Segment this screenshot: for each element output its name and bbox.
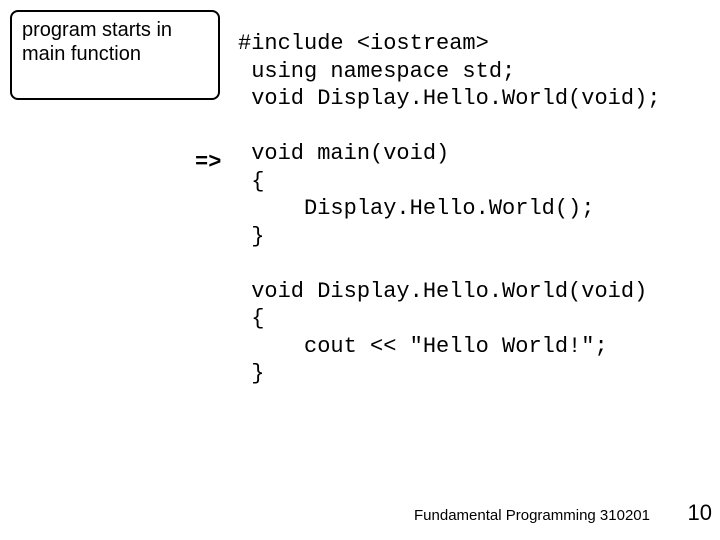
- footer-text: Fundamental Programming 310201: [414, 507, 650, 524]
- arrow-pointer: =>: [195, 150, 221, 175]
- page-number-value: 10: [688, 500, 712, 525]
- callout-box: program starts in main function: [10, 10, 220, 100]
- code-text: #include <iostream> using namespace std;…: [238, 31, 660, 386]
- footer-label: Fundamental Programming 310201: [414, 507, 650, 524]
- callout-text: program starts in main function: [22, 19, 172, 65]
- page-number: 10: [688, 500, 712, 526]
- arrow-symbol: =>: [195, 150, 221, 175]
- code-block: #include <iostream> using namespace std;…: [238, 30, 660, 388]
